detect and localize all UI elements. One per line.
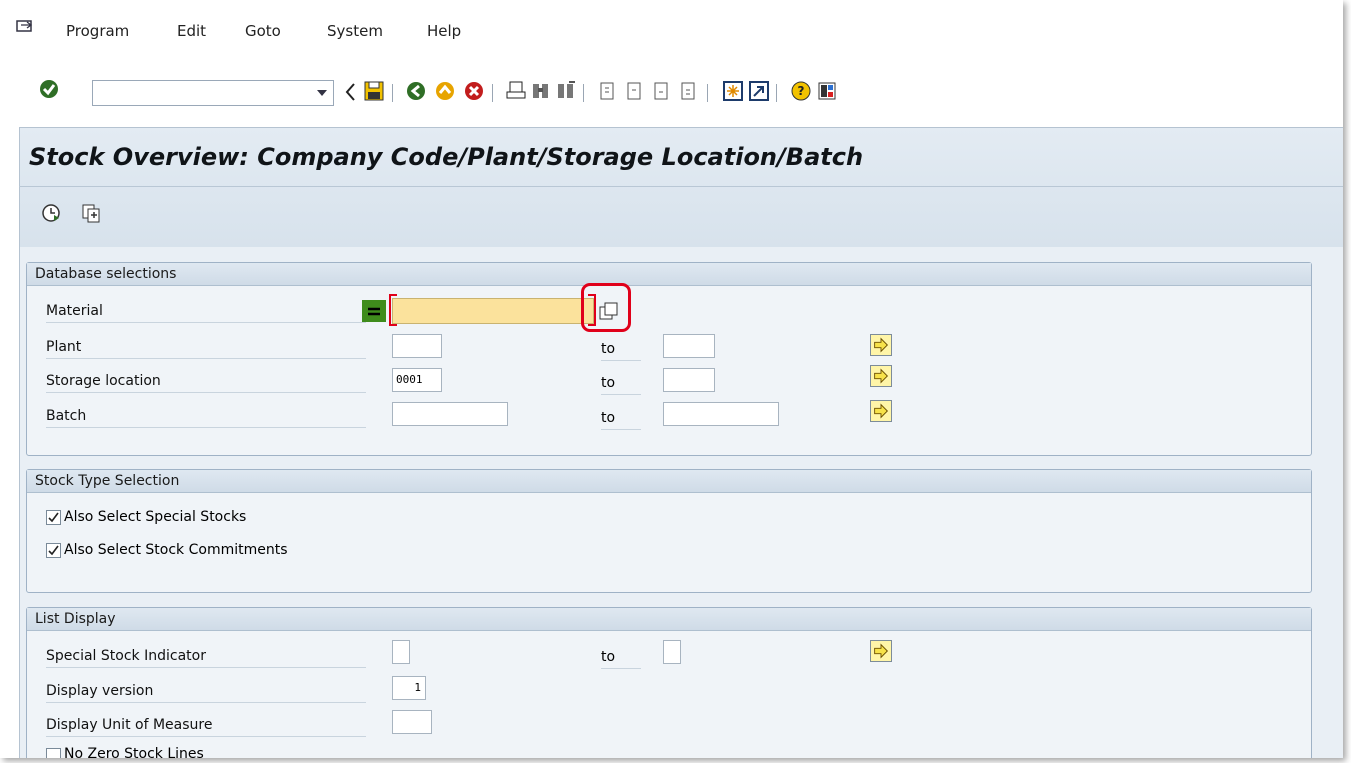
- special-stocks-label: Also Select Special Stocks: [64, 509, 247, 525]
- batch-to-input[interactable]: [663, 402, 779, 426]
- multiple-selection-icon[interactable]: [598, 301, 620, 321]
- multiple-selection-arrow-icon[interactable]: [870, 640, 892, 662]
- batch-to-label: to: [601, 407, 641, 430]
- special-stock-indicator-to-input[interactable]: [663, 640, 681, 664]
- menu-system[interactable]: System: [327, 22, 383, 40]
- toolbar-separator: [707, 84, 708, 102]
- display-unit-of-measure-label: Display Unit of Measure: [46, 714, 366, 737]
- exit-icon[interactable]: [434, 80, 456, 102]
- prev-page-icon[interactable]: [623, 80, 645, 102]
- new-session-icon[interactable]: [722, 80, 744, 102]
- multiple-selection-arrow-icon[interactable]: [870, 365, 892, 387]
- focus-bracket-left: [389, 294, 397, 326]
- menu-goto[interactable]: Goto: [245, 22, 281, 40]
- no-zero-stock-lines-checkbox[interactable]: [46, 748, 61, 758]
- page-title: Stock Overview: Company Code/Plant/Stora…: [29, 143, 864, 171]
- material-label: Material: [46, 300, 366, 323]
- shortcut-icon[interactable]: [748, 80, 770, 102]
- group-header: Stock Type Selection: [27, 470, 1311, 493]
- special-stocks-checkbox[interactable]: [46, 510, 61, 525]
- execute-icon[interactable]: [40, 202, 62, 224]
- back-green-icon[interactable]: [405, 80, 427, 102]
- find-icon[interactable]: [530, 80, 552, 102]
- menu-program[interactable]: Program: [66, 22, 129, 40]
- menu-help[interactable]: Help: [427, 22, 461, 40]
- menu-edit[interactable]: Edit: [177, 22, 206, 40]
- sap-window: Program Edit Goto System Help ? Stock Ov…: [0, 0, 1343, 758]
- print-icon[interactable]: [505, 80, 527, 102]
- plant-from-input[interactable]: [392, 334, 442, 358]
- storage-location-from-input[interactable]: 0001: [392, 368, 442, 392]
- group-header: Database selections: [27, 263, 1311, 286]
- first-page-icon[interactable]: [596, 80, 618, 102]
- stock-type-selection-group: Stock Type Selection: [26, 469, 1312, 593]
- menu-system-icon[interactable]: [16, 20, 34, 34]
- display-unit-of-measure-input[interactable]: [392, 710, 432, 734]
- toolbar-separator: [392, 84, 393, 102]
- back-arrow-icon[interactable]: [345, 81, 357, 103]
- cancel-icon[interactable]: [463, 80, 485, 102]
- stock-commitments-checkbox[interactable]: [46, 543, 61, 558]
- plant-to-label: to: [601, 338, 641, 361]
- svg-text:?: ?: [798, 84, 805, 98]
- storage-location-label: Storage location: [46, 370, 366, 393]
- special-stock-indicator-from-input[interactable]: [392, 640, 410, 664]
- special-stock-indicator-label: Special Stock Indicator: [46, 645, 366, 668]
- plant-to-input[interactable]: [663, 334, 715, 358]
- special-stock-indicator-to-label: to: [601, 646, 641, 669]
- get-variant-icon[interactable]: [80, 202, 102, 224]
- display-version-label: Display version: [46, 680, 366, 703]
- enter-icon[interactable]: [38, 78, 60, 100]
- display-version-value: 1: [414, 681, 421, 694]
- no-zero-stock-lines-label: No Zero Stock Lines: [64, 746, 204, 758]
- save-icon[interactable]: [363, 80, 385, 102]
- batch-label: Batch: [46, 405, 366, 428]
- last-page-icon[interactable]: [677, 80, 699, 102]
- help-icon[interactable]: ?: [790, 80, 812, 102]
- material-input[interactable]: [392, 298, 594, 324]
- next-page-icon[interactable]: [650, 80, 672, 102]
- batch-from-input[interactable]: [392, 402, 508, 426]
- stock-commitments-label: Also Select Stock Commitments: [64, 542, 288, 558]
- storage-location-to-input[interactable]: [663, 368, 715, 392]
- layout-icon[interactable]: [816, 80, 838, 102]
- equals-operator-icon[interactable]: [362, 300, 386, 322]
- command-field[interactable]: [92, 80, 334, 106]
- toolbar-separator: [776, 84, 777, 102]
- menu-bar: Program Edit Goto System Help: [0, 0, 1343, 70]
- title-divider: [19, 186, 1343, 187]
- multiple-selection-arrow-icon[interactable]: [870, 400, 892, 422]
- chevron-down-icon[interactable]: [317, 90, 327, 96]
- toolbar-separator: [492, 84, 493, 102]
- storage-location-from-value: 0001: [396, 373, 423, 386]
- display-version-input[interactable]: 1: [392, 676, 426, 700]
- toolbar-separator: [583, 84, 584, 102]
- storage-location-to-label: to: [601, 372, 641, 395]
- find-next-icon[interactable]: [555, 80, 577, 102]
- plant-label: Plant: [46, 336, 366, 359]
- group-header: List Display: [27, 608, 1311, 631]
- multiple-selection-arrow-icon[interactable]: [870, 334, 892, 356]
